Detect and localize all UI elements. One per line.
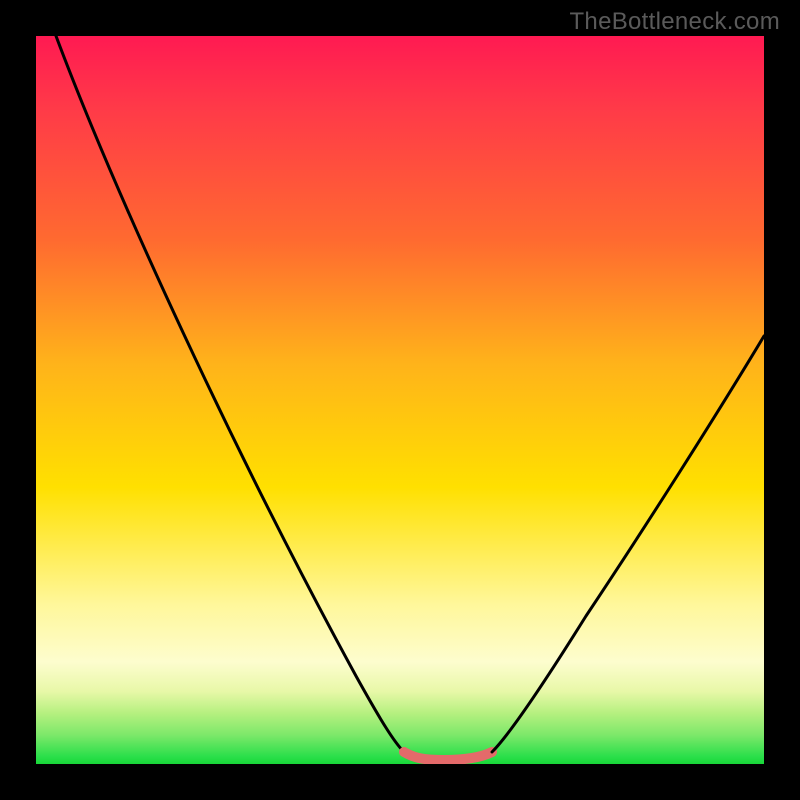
- watermark-text: TheBottleneck.com: [569, 8, 780, 36]
- bottleneck-curve: [36, 36, 764, 764]
- chart-container: TheBottleneck.com: [0, 0, 800, 800]
- curve-left-branch: [56, 36, 404, 752]
- curve-flat-bottom: [404, 752, 492, 760]
- plot-area: [36, 36, 764, 764]
- curve-right-branch: [492, 336, 764, 752]
